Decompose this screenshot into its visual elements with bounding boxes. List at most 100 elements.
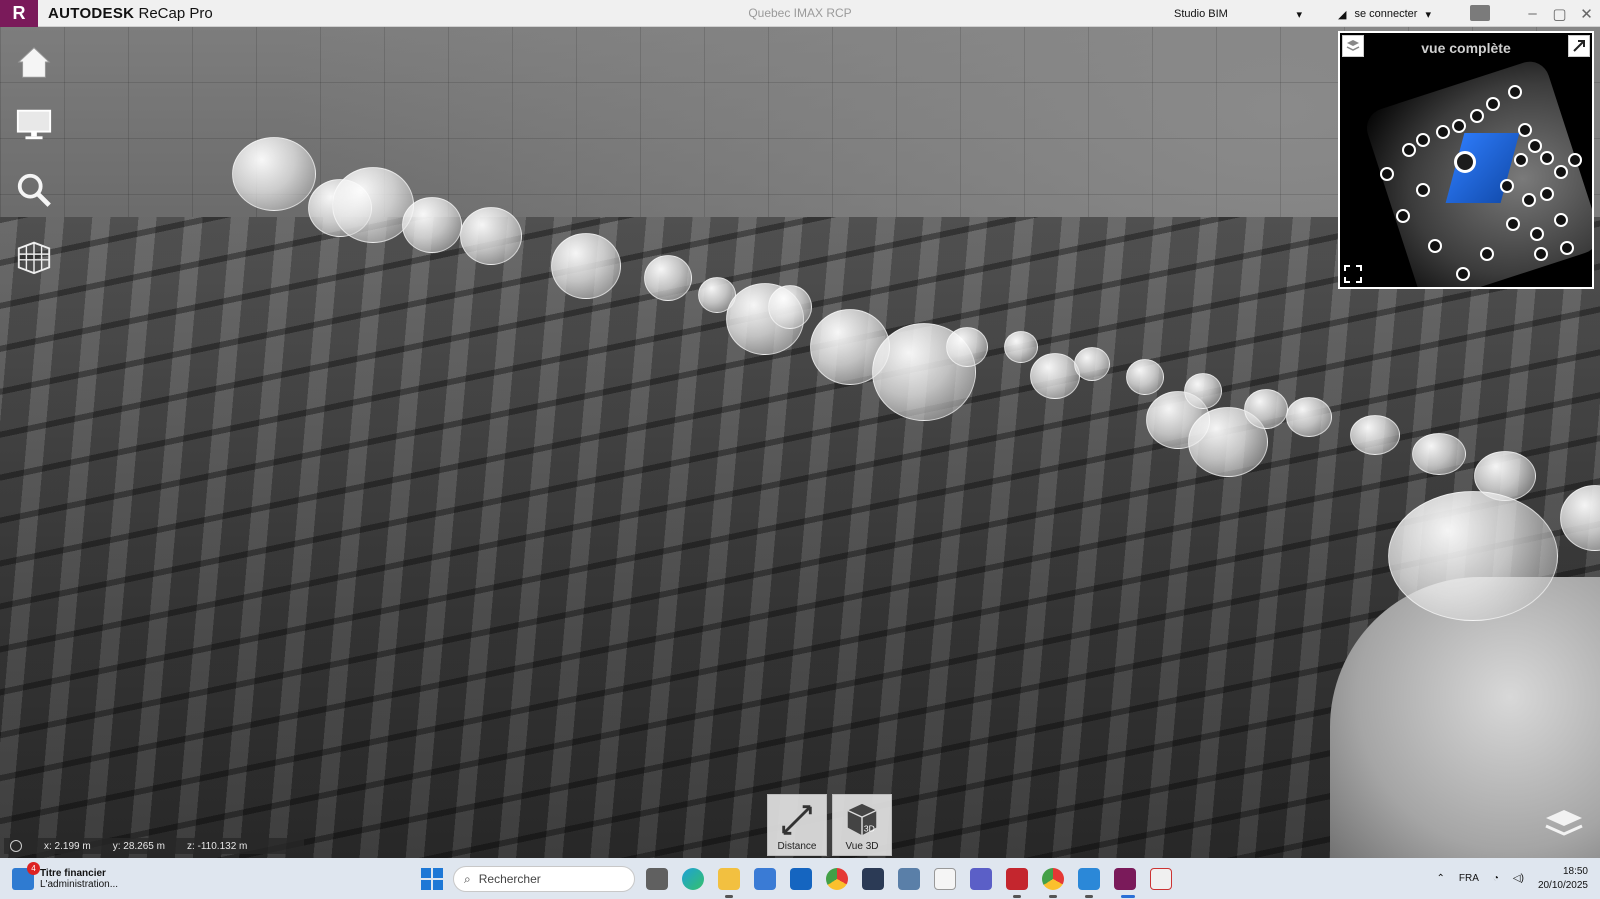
pen-app-icon[interactable] xyxy=(862,868,884,890)
close-button[interactable]: ✕ xyxy=(1573,5,1600,23)
minimap-scan-point[interactable] xyxy=(1470,109,1484,123)
home-button[interactable] xyxy=(14,42,54,82)
minimap-scan-point[interactable] xyxy=(1500,179,1514,193)
document-icon[interactable] xyxy=(934,868,956,890)
scan-location-bubble[interactable] xyxy=(1004,331,1038,363)
view3d-tool-button[interactable]: 3D Vue 3D xyxy=(832,794,892,856)
minimap-scan-point[interactable] xyxy=(1530,227,1544,241)
remote-app-icon[interactable] xyxy=(898,868,920,890)
minimap-scan-point[interactable] xyxy=(1554,165,1568,179)
minimap-scan-point[interactable] xyxy=(1506,217,1520,231)
workspace-dropdown[interactable]: Studio BIM ▾ xyxy=(1168,4,1308,24)
scan-location-bubble[interactable] xyxy=(1350,415,1400,455)
scan-location-bubble[interactable] xyxy=(402,197,462,253)
news-widget[interactable]: 4 Titre financier L'administration... xyxy=(12,862,152,896)
minimap[interactable]: vue complète xyxy=(1338,31,1594,289)
minimap-title: vue complète xyxy=(1421,40,1511,56)
search-icon: ⌕ xyxy=(464,871,471,886)
clock[interactable]: 18:50 20/10/2025 xyxy=(1538,865,1588,893)
project-view-icon xyxy=(17,241,51,275)
scan-location-bubble[interactable] xyxy=(551,233,621,299)
store-icon[interactable] xyxy=(754,868,776,890)
file-explorer-icon[interactable] xyxy=(718,868,740,890)
minimap-scan-point[interactable] xyxy=(1486,97,1500,111)
edge-icon[interactable] xyxy=(682,868,704,890)
recap-icon[interactable] xyxy=(1114,868,1136,890)
chrome-icon[interactable] xyxy=(826,868,848,890)
minimap-scan-point[interactable] xyxy=(1568,153,1582,167)
taskbar-search[interactable]: ⌕ Rechercher xyxy=(453,866,635,892)
minimap-current-scan[interactable] xyxy=(1454,151,1476,173)
teams-icon[interactable] xyxy=(970,868,992,890)
minimap-expand-button[interactable] xyxy=(1342,263,1364,285)
minimap-layers-button[interactable] xyxy=(1342,35,1364,57)
svg-text:3D: 3D xyxy=(864,823,875,833)
minimap-scan-point[interactable] xyxy=(1416,133,1430,147)
minimap-scan-point[interactable] xyxy=(1554,213,1568,227)
search-button[interactable] xyxy=(14,170,54,210)
coordinate-readout: x: 2.199 m y: 28.265 m z: -110.132 m xyxy=(4,838,304,854)
running-indicator xyxy=(725,895,733,898)
outlook-icon[interactable] xyxy=(790,868,812,890)
running-indicator xyxy=(1121,895,1135,898)
windows-start-button[interactable] xyxy=(421,868,443,890)
minimap-scan-point[interactable] xyxy=(1380,167,1394,181)
notification-badge: 4 xyxy=(27,862,40,875)
scan-location-bubble[interactable] xyxy=(332,167,414,243)
autocad-icon[interactable] xyxy=(1006,868,1028,890)
minimap-scan-point[interactable] xyxy=(1436,125,1450,139)
running-indicator xyxy=(1085,895,1093,898)
minimap-scan-point[interactable] xyxy=(1456,267,1470,281)
scan-location-bubble[interactable] xyxy=(1388,491,1558,621)
minimap-scan-point[interactable] xyxy=(1396,209,1410,223)
minimap-scan-point[interactable] xyxy=(1518,123,1532,137)
tray-overflow-icon[interactable]: ⌃ xyxy=(1436,873,1444,884)
layers-button[interactable] xyxy=(1544,806,1584,840)
scan-location-bubble[interactable] xyxy=(1412,433,1466,475)
display-settings-button[interactable] xyxy=(14,104,54,144)
minimap-collapse-button[interactable] xyxy=(1568,35,1590,57)
scan-location-bubble[interactable] xyxy=(1184,373,1222,409)
view3d-label: Vue 3D xyxy=(845,841,879,852)
minimap-scan-point[interactable] xyxy=(1508,85,1522,99)
minimap-scan-point[interactable] xyxy=(1402,143,1416,157)
minimap-scan-point[interactable] xyxy=(1540,187,1554,201)
volume-icon[interactable]: ◁) xyxy=(1513,873,1524,884)
scan-location-bubble[interactable] xyxy=(946,327,988,367)
minimap-scan-point[interactable] xyxy=(1522,193,1536,207)
minimap-scan-point[interactable] xyxy=(1514,153,1528,167)
minimize-button[interactable]: – xyxy=(1519,5,1546,22)
scan-location-bubble[interactable] xyxy=(644,255,692,301)
scan-location-bubble[interactable] xyxy=(1126,359,1164,395)
signin-dropdown[interactable]: ◢ se connecter ▾ xyxy=(1338,4,1458,24)
minimap-scan-point[interactable] xyxy=(1534,247,1548,261)
scan-location-bubble[interactable] xyxy=(232,137,316,211)
navisworks-icon[interactable] xyxy=(1078,868,1100,890)
scan-location-bubble[interactable] xyxy=(1030,353,1080,399)
wifi-icon[interactable]: ◔ xyxy=(1493,873,1499,884)
scan-location-bubble[interactable] xyxy=(460,207,522,265)
scan-location-bubble[interactable] xyxy=(1286,397,1332,437)
scan-location-bubble[interactable] xyxy=(1074,347,1110,381)
calendar-icon[interactable] xyxy=(1150,868,1172,890)
minimap-scan-point[interactable] xyxy=(1528,139,1542,153)
chrome-profile-icon[interactable] xyxy=(1042,868,1064,890)
chat-icon[interactable] xyxy=(1470,5,1490,21)
app-name: AUTODESK ReCap Pro xyxy=(48,5,213,22)
minimap-scan-point[interactable] xyxy=(1540,151,1554,165)
task-view-icon[interactable] xyxy=(646,868,668,890)
scan-location-bubble[interactable] xyxy=(1244,389,1288,429)
running-indicator xyxy=(1013,895,1021,898)
scan-location-bubble[interactable] xyxy=(768,285,812,329)
minimap-scan-point[interactable] xyxy=(1452,119,1466,133)
project-view-button[interactable] xyxy=(14,236,54,276)
distance-tool-button[interactable]: Distance xyxy=(767,794,827,856)
minimap-scan-point[interactable] xyxy=(1560,241,1574,255)
minimap-scan-point[interactable] xyxy=(1428,239,1442,253)
brand-name: AUTODESK xyxy=(48,4,135,22)
language-indicator[interactable]: FRA xyxy=(1459,873,1479,884)
minimap-scan-point[interactable] xyxy=(1480,247,1494,261)
minimap-scan-point[interactable] xyxy=(1416,183,1430,197)
layers-icon xyxy=(1346,40,1360,51)
maximize-button[interactable]: ▢ xyxy=(1546,5,1573,23)
